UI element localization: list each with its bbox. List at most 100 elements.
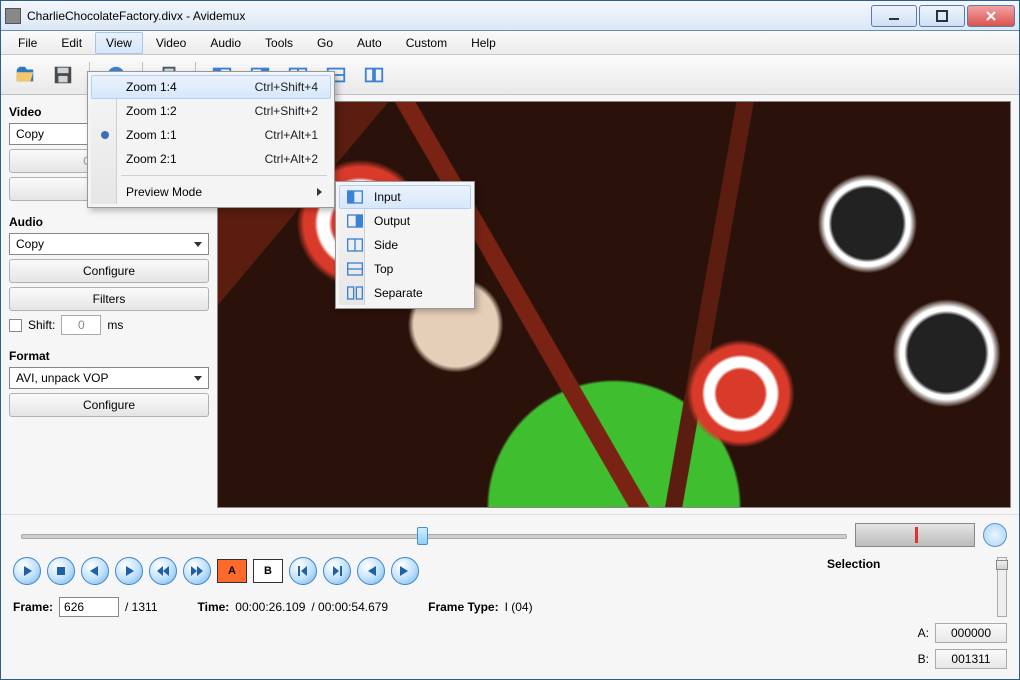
menu-accel: Ctrl+Alt+2 (265, 152, 318, 166)
selection-b-label: B: (918, 652, 929, 666)
preview-mode-submenu: Input Output Side Top Separate (335, 181, 475, 309)
shift-spinner[interactable]: 0 (61, 315, 101, 335)
playback-controls: A B (13, 557, 807, 585)
stop-button[interactable] (47, 557, 75, 585)
menu-item-label: Zoom 1:4 (126, 80, 177, 94)
layout-separate-icon[interactable] (358, 61, 390, 89)
separate-layout-icon (346, 285, 364, 301)
time-value: 00:00:26.109 (235, 600, 305, 614)
menu-zoom-1-2[interactable]: Zoom 1:2 Ctrl+Shift+2 (91, 99, 331, 123)
submenu-output[interactable]: Output (339, 209, 471, 233)
format-select[interactable]: AVI, unpack VOP (9, 367, 209, 389)
open-file-icon[interactable] (9, 61, 41, 89)
menu-accel: Ctrl+Shift+4 (255, 80, 318, 94)
timeline-slider[interactable] (21, 526, 847, 544)
bottom-panel: A B Frame: 626 / 1311 Time: 00:00: (1, 514, 1019, 679)
submenu-top[interactable]: Top (339, 257, 471, 281)
submenu-label: Top (374, 262, 393, 276)
next-keyframe-button[interactable] (183, 557, 211, 585)
app-icon (5, 8, 21, 24)
submenu-side[interactable]: Side (339, 233, 471, 257)
output-layout-icon (346, 213, 364, 229)
menu-video[interactable]: Video (145, 32, 197, 54)
shuttle-wheel-icon[interactable] (983, 523, 1007, 547)
menu-audio[interactable]: Audio (199, 32, 252, 54)
set-marker-a-button[interactable]: A (217, 559, 247, 583)
menu-help[interactable]: Help (460, 32, 507, 54)
menu-zoom-1-4[interactable]: Zoom 1:4 Ctrl+Shift+4 (91, 75, 331, 99)
selection-a-label: A: (918, 626, 929, 640)
submenu-arrow-icon (317, 188, 322, 196)
play-button[interactable] (13, 557, 41, 585)
audio-filters-button[interactable]: Filters (9, 287, 209, 311)
menu-item-label: Zoom 1:1 (126, 128, 177, 142)
top-layout-icon (346, 261, 364, 277)
menu-go[interactable]: Go (306, 32, 344, 54)
menu-accel: Ctrl+Shift+2 (255, 104, 318, 118)
audio-codec-select[interactable]: Copy (9, 233, 209, 255)
goto-marker-b-button[interactable] (323, 557, 351, 585)
frametype-label: Frame Type: (428, 600, 498, 614)
menu-separator (121, 175, 327, 176)
menu-file[interactable]: File (7, 32, 48, 54)
time-label: Time: (198, 600, 230, 614)
prev-keyframe-button[interactable] (149, 557, 177, 585)
audio-configure-button[interactable]: Configure (9, 259, 209, 283)
menu-item-label: Zoom 2:1 (126, 152, 177, 166)
volume-slider[interactable] (997, 557, 1007, 617)
menu-zoom-2-1[interactable]: Zoom 2:1 Ctrl+Alt+2 (91, 147, 331, 171)
titlebar: CharlieChocolateFactory.divx - Avidemux (1, 1, 1019, 31)
radio-dot-icon (101, 131, 109, 139)
submenu-label: Input (374, 190, 401, 204)
maximize-button[interactable] (919, 5, 965, 27)
timeline-thumb[interactable] (417, 527, 428, 545)
menubar: FileEditViewVideoAudioToolsGoAutoCustomH… (1, 31, 1019, 55)
frame-label: Frame: (13, 600, 53, 614)
menu-zoom-1-1[interactable]: Zoom 1:1 Ctrl+Alt+1 (91, 123, 331, 147)
menu-preview-mode[interactable]: Preview Mode (91, 180, 331, 204)
volume-thumb[interactable] (996, 560, 1008, 570)
video-codec-value: Copy (16, 127, 44, 141)
menu-item-label: Zoom 1:2 (126, 104, 177, 118)
view-menu-dropdown: Zoom 1:4 Ctrl+Shift+4 Zoom 1:2 Ctrl+Shift+2… (87, 71, 335, 208)
jog-dial[interactable] (855, 523, 975, 547)
save-icon[interactable] (47, 61, 79, 89)
selection-a-value[interactable]: 000000 (935, 623, 1007, 643)
frame-input[interactable]: 626 (59, 597, 119, 617)
format-heading: Format (9, 349, 209, 363)
shift-label: Shift: (28, 318, 55, 332)
menu-preview-label: Preview Mode (126, 185, 202, 199)
menu-view[interactable]: View (95, 32, 143, 54)
shift-checkbox[interactable] (9, 319, 22, 332)
close-button[interactable] (967, 5, 1015, 27)
submenu-label: Output (374, 214, 410, 228)
side-layout-icon (346, 237, 364, 253)
audio-codec-value: Copy (16, 237, 44, 251)
frame-total: / 1311 (125, 600, 157, 614)
prev-black-button[interactable] (357, 557, 385, 585)
next-frame-button[interactable] (115, 557, 143, 585)
selection-heading: Selection (827, 557, 989, 571)
minimize-button[interactable] (871, 5, 917, 27)
menu-auto[interactable]: Auto (346, 32, 393, 54)
submenu-label: Separate (374, 286, 423, 300)
prev-frame-button[interactable] (81, 557, 109, 585)
window-title: CharlieChocolateFactory.divx - Avidemux (27, 9, 245, 23)
menu-edit[interactable]: Edit (50, 32, 93, 54)
input-layout-icon (346, 189, 364, 205)
format-value: AVI, unpack VOP (16, 371, 109, 385)
next-black-button[interactable] (391, 557, 419, 585)
app-window: CharlieChocolateFactory.divx - Avidemux … (0, 0, 1020, 680)
body: Video Copy Configure Filters Audio Copy … (1, 95, 1019, 514)
goto-marker-a-button[interactable] (289, 557, 317, 585)
menu-accel: Ctrl+Alt+1 (265, 128, 318, 142)
menu-custom[interactable]: Custom (395, 32, 458, 54)
format-configure-button[interactable]: Configure (9, 393, 209, 417)
submenu-separate[interactable]: Separate (339, 281, 471, 305)
selection-b-value[interactable]: 001311 (935, 649, 1007, 669)
set-marker-b-button[interactable]: B (253, 559, 283, 583)
time-total: / 00:00:54.679 (311, 600, 388, 614)
menu-tools[interactable]: Tools (254, 32, 304, 54)
shift-unit: ms (107, 318, 123, 332)
submenu-input[interactable]: Input (339, 185, 471, 209)
